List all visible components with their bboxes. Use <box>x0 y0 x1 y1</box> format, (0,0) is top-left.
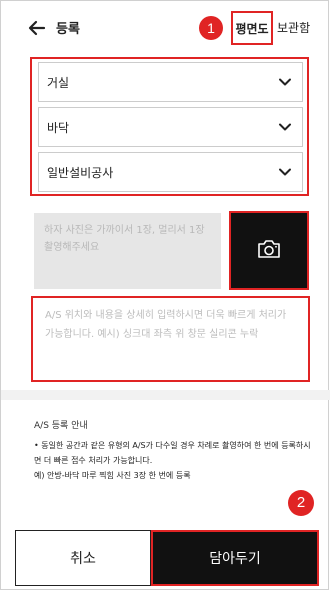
floor-plan-button[interactable]: 평면도 <box>231 11 273 45</box>
header: 등록 1 평면도 보관함 <box>1 1 328 59</box>
info-example: 예) 안방-바닥 마루 찍힘 사진 3장 한 번에 등록 <box>34 471 191 480</box>
chevron-down-icon <box>278 120 292 134</box>
save-button[interactable]: 담아두기 <box>151 530 319 586</box>
work-type-select[interactable]: 일반설비공사 <box>38 152 303 192</box>
dropdown-group: 거실 바닥 일반설비공사 <box>30 57 309 196</box>
page-title: 등록 <box>56 22 80 37</box>
work-type-select-value: 일반설비공사 <box>47 165 114 180</box>
step-badge-2: 2 <box>288 490 314 516</box>
space-select[interactable]: 거실 <box>38 62 303 102</box>
section-divider <box>1 390 330 400</box>
camera-icon <box>256 238 282 264</box>
info-text: • 동일한 공간과 같은 유형의 A/S가 다수일 경우 차례로 촬영하여 한 … <box>34 441 311 465</box>
arrow-left-icon[interactable] <box>27 18 47 38</box>
location-select-value: 바닥 <box>47 120 70 135</box>
space-select-value: 거실 <box>47 75 70 90</box>
bottom-bar: 취소 담아두기 <box>15 530 319 586</box>
chevron-down-icon <box>278 165 292 179</box>
info-body: • 동일한 공간과 같은 유형의 A/S가 다수일 경우 차례로 촬영하여 한 … <box>34 438 314 483</box>
cancel-button[interactable]: 취소 <box>15 530 151 586</box>
storage-button[interactable]: 보관함 <box>277 19 310 36</box>
app-frame: 등록 1 평면도 보관함 거실 바닥 일반설비공사 하자 사진은 가까이서 1장… <box>0 0 330 590</box>
location-select[interactable]: 바닥 <box>38 107 303 147</box>
camera-button[interactable] <box>229 211 309 290</box>
step-badge-1: 1 <box>199 16 223 40</box>
photo-hint: 하자 사진은 가까이서 1장, 멀리서 1장 촬영해주세요 <box>34 213 221 289</box>
description-textarea[interactable]: A/S 위치와 내용을 상세히 입력하시면 더욱 빠르게 처리가 가능합니다. … <box>31 296 310 382</box>
chevron-down-icon <box>278 75 292 89</box>
info-title: A/S 등록 안내 <box>34 421 88 431</box>
